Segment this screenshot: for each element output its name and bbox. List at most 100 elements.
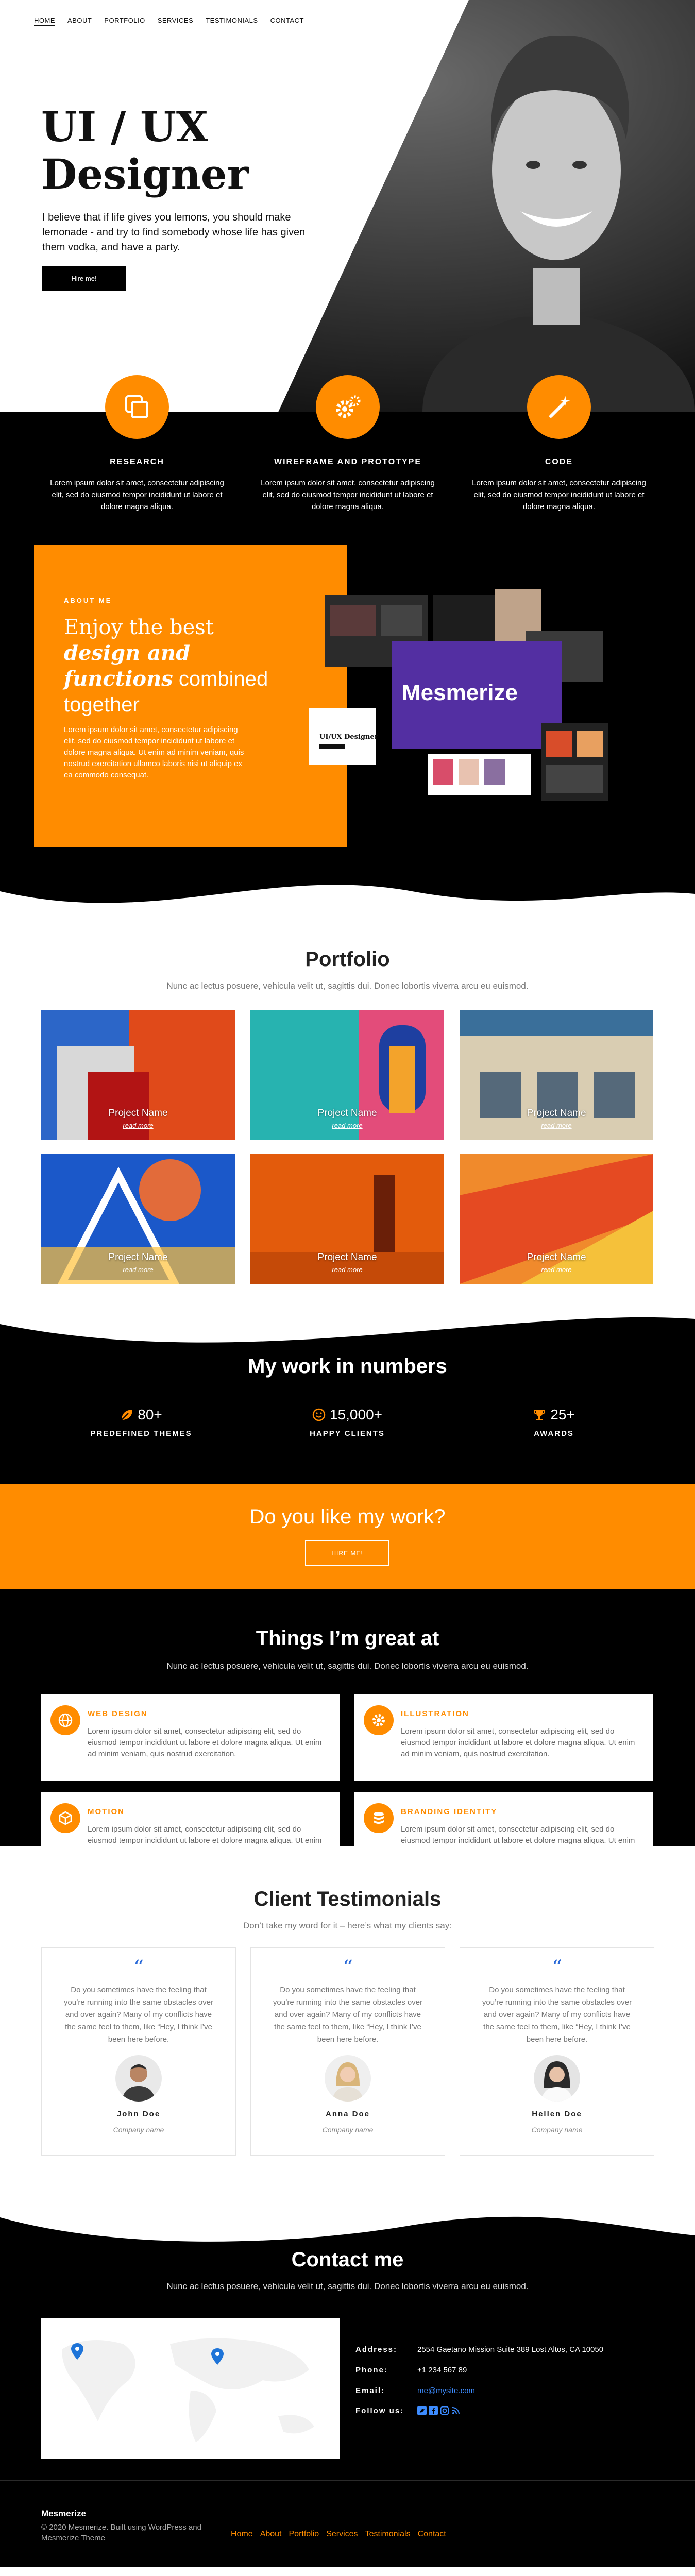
testimonial-name: Anna Doe bbox=[325, 2110, 370, 2119]
contact-title: Contact me bbox=[291, 2248, 404, 2271]
about-title-part: functions bbox=[64, 667, 173, 691]
service-text: Lorem ipsum dolor sit amet, consectetur … bbox=[50, 479, 224, 511]
hero-title-line-2: Designer bbox=[41, 150, 249, 198]
project-image bbox=[41, 1154, 235, 1284]
skill-card: ILLUSTRATION Lorem ipsum dolor sit amet,… bbox=[354, 1694, 653, 1781]
nav-services[interactable]: SERVICES bbox=[158, 16, 194, 24]
quote-icon: “ bbox=[133, 1956, 144, 1980]
world-map[interactable] bbox=[41, 2318, 340, 2459]
project-image bbox=[250, 1154, 444, 1284]
gears-icon bbox=[316, 375, 380, 439]
skill-text: Lorem ipsum dolor sit amet, consectetur … bbox=[401, 1727, 635, 1758]
facebook-icon[interactable] bbox=[429, 2406, 438, 2415]
service-text: Lorem ipsum dolor sit amet, consectetur … bbox=[472, 479, 646, 511]
skill-title: MOTION bbox=[88, 1807, 125, 1816]
theme-link[interactable]: Mesmerize Theme bbox=[41, 2534, 105, 2543]
footer-link-testimonials[interactable]: Testimonials bbox=[365, 2530, 411, 2539]
footer-link-home[interactable]: Home bbox=[231, 2530, 253, 2539]
portfolio-title: Portfolio bbox=[305, 948, 390, 971]
nav-portfolio[interactable]: PORTFOLIO bbox=[104, 16, 145, 24]
stat-value-row: 15,000+ bbox=[270, 1406, 425, 1423]
footer-brand: Mesmerize bbox=[41, 2509, 86, 2518]
skill-text: Lorem ipsum dolor sit amet, consectetur … bbox=[88, 1727, 322, 1758]
project-card[interactable]: Project Name read more bbox=[460, 1010, 653, 1140]
wave-divider bbox=[0, 2207, 695, 2248]
hero-title: UI / UX Designer bbox=[41, 103, 249, 198]
read-more-link[interactable]: read more bbox=[41, 1122, 235, 1129]
skills-title: Things I’m great at bbox=[256, 1627, 439, 1650]
hero-title-line-1: UI / UX bbox=[41, 103, 208, 151]
address-label: Address: bbox=[355, 2345, 398, 2354]
footer-link-services[interactable]: Services bbox=[326, 2530, 358, 2539]
footer-link-contact[interactable]: Contact bbox=[418, 2530, 446, 2539]
testimonial-company: Company name bbox=[531, 2126, 583, 2134]
stat-item: 15,000+ HAPPY CLIENTS bbox=[270, 1406, 425, 1438]
project-card[interactable]: Project Name read more bbox=[460, 1154, 653, 1284]
testimonial-card: “ Do you sometimes have the feeling that… bbox=[41, 1947, 236, 2156]
mock-card-text: UI/UX Designer bbox=[319, 733, 378, 741]
nav-contact[interactable]: CONTACT bbox=[270, 16, 304, 24]
email-link[interactable]: me@mysite.com bbox=[417, 2386, 475, 2395]
testimonial-company: Company name bbox=[322, 2126, 374, 2134]
hire-me-cta-button[interactable]: HIRE ME! bbox=[305, 1540, 389, 1566]
footer-navigation: Home About Portfolio Services Testimonia… bbox=[231, 2530, 446, 2539]
numbers-title: My work in numbers bbox=[248, 1355, 447, 1378]
stat-label: AWARDS bbox=[534, 1429, 574, 1438]
service-code: CODE Lorem ipsum dolor sit amet, consect… bbox=[466, 375, 652, 513]
read-more-link[interactable]: read more bbox=[250, 1266, 444, 1274]
trophy-icon bbox=[534, 1410, 546, 1420]
gear-icon bbox=[364, 1705, 394, 1735]
nav-testimonials[interactable]: TESTIMONIALS bbox=[206, 16, 258, 24]
project-card[interactable]: Project Name read more bbox=[41, 1010, 235, 1140]
phone-label: Phone: bbox=[355, 2366, 388, 2375]
project-card[interactable]: Project Name read more bbox=[250, 1010, 444, 1140]
stat-value: 25+ bbox=[550, 1406, 575, 1422]
testimonial-name: John Doe bbox=[116, 2110, 161, 2119]
service-text: Lorem ipsum dolor sit amet, consectetur … bbox=[261, 479, 435, 511]
contact-subtitle: Nunc ac lectus posuere, vehicula velit u… bbox=[166, 2281, 529, 2291]
copy-icon bbox=[105, 375, 169, 439]
hero-portrait-image bbox=[0, 0, 695, 412]
footer-copyright: © 2020 Mesmerize. Built using WordPress … bbox=[41, 2522, 216, 2544]
wave-divider bbox=[0, 871, 695, 912]
nav-home[interactable]: HOME bbox=[34, 16, 55, 24]
testimonial-card: “ Do you sometimes have the feeling that… bbox=[460, 1947, 654, 2156]
footer: Mesmerize © 2020 Mesmerize. Built using … bbox=[0, 2480, 695, 2567]
footer-link-portfolio[interactable]: Portfolio bbox=[289, 2530, 319, 2539]
nav-about[interactable]: ABOUT bbox=[67, 16, 92, 24]
testimonial-card: “ Do you sometimes have the feeling that… bbox=[250, 1947, 445, 2156]
portfolio-section: Portfolio Nunc ac lectus posuere, vehicu… bbox=[0, 912, 695, 1314]
service-title: RESEARCH bbox=[110, 457, 164, 466]
numbers-section: My work in numbers 80+ PREDEFINED THEMES… bbox=[0, 1350, 695, 1484]
read-more-link[interactable]: read more bbox=[250, 1122, 444, 1129]
project-name: Project Name bbox=[108, 1252, 168, 1263]
read-more-link[interactable]: read more bbox=[41, 1266, 235, 1274]
read-more-link[interactable]: read more bbox=[460, 1266, 653, 1274]
testimonials-subtitle: Don’t take my word for it – here’s what … bbox=[243, 1921, 452, 1930]
about-title-part: together bbox=[64, 693, 140, 716]
quote-icon: “ bbox=[342, 1956, 353, 1980]
stat-item: 80+ PREDEFINED THEMES bbox=[64, 1406, 218, 1438]
footer-link-about[interactable]: About bbox=[260, 2530, 282, 2539]
stat-label: PREDEFINED THEMES bbox=[90, 1429, 192, 1438]
read-more-link[interactable]: read more bbox=[460, 1122, 653, 1129]
service-title: WIREFRAME AND PROTOTYPE bbox=[274, 457, 421, 466]
hire-me-button[interactable]: Hire me! bbox=[42, 266, 126, 291]
project-card[interactable]: Project Name read more bbox=[41, 1154, 235, 1284]
contact-section: Contact me Nunc ac lectus posuere, vehic… bbox=[0, 2248, 695, 2480]
service-title: CODE bbox=[545, 457, 573, 466]
skills-section: Things I’m great at Nunc ac lectus posue… bbox=[0, 1589, 695, 1878]
instagram-icon[interactable] bbox=[440, 2406, 449, 2415]
project-card[interactable]: Project Name read more bbox=[250, 1154, 444, 1284]
contact-phone-row: Phone: +1 234 567 89 bbox=[355, 2366, 467, 2375]
rss-icon[interactable] bbox=[451, 2406, 461, 2415]
portfolio-subtitle: Nunc ac lectus posuere, vehicula velit u… bbox=[166, 981, 529, 991]
stat-value: 80+ bbox=[138, 1406, 162, 1422]
twitter-icon[interactable] bbox=[417, 2406, 427, 2415]
project-name: Project Name bbox=[527, 1252, 586, 1263]
magic-wand-icon bbox=[527, 375, 591, 439]
contact-email-row: Email: me@mysite.com bbox=[355, 2386, 475, 2395]
top-navigation: HOME ABOUT PORTFOLIO SERVICES TESTIMONIA… bbox=[34, 16, 304, 24]
stat-value-row: 25+ bbox=[477, 1406, 631, 1423]
theme-showcase-image: Mesmerize UI/UX Designer bbox=[309, 589, 608, 801]
